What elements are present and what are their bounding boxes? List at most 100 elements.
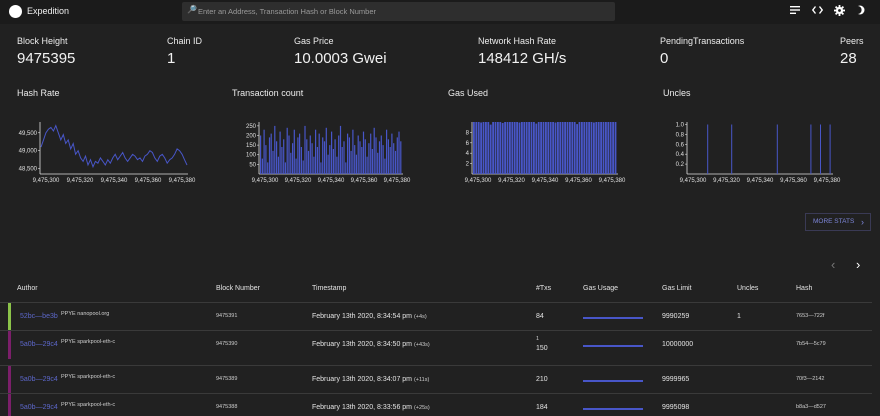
bar [329,145,331,174]
gas-usage-bar [583,408,643,410]
bar [306,139,308,174]
bar [297,137,299,174]
y-tick-label: 0.2 [676,162,685,168]
bar [566,122,569,174]
chevron-right-icon[interactable]: › [856,257,860,272]
bar [475,122,478,174]
block-number-link[interactable]: 9475388 [216,404,237,410]
top-app-bar: Expedition 🔎 [0,0,880,24]
miner-tag: PPYE sparkpool-eth-c [61,402,116,408]
bar [313,156,315,174]
gas-usage-bar [583,380,643,382]
bar [265,145,267,174]
bar [378,141,381,174]
app-title: Expedition [27,6,70,16]
bar [393,143,395,174]
hash-link[interactable]: 7b54—5c79 [796,341,826,347]
bar [327,154,329,174]
bar [820,124,821,174]
x-tick-label: 9,475,340 [318,178,345,184]
block-number-link[interactable]: 9475389 [216,376,237,382]
code-icon[interactable] [810,5,824,19]
y-tick-label: 49,000 [19,149,38,155]
chevron-left-icon[interactable]: ‹ [831,257,835,272]
y-tick-label: 50 [249,162,256,168]
author-link[interactable]: 5a0b—29c4 [20,341,58,348]
bar [357,135,359,174]
chart-title-hash-rate: Hash Rate [17,88,60,98]
bar [279,131,281,174]
x-tick-label: 9,475,380 [814,178,841,184]
bar [302,160,304,174]
bar [398,131,400,174]
tx-count-top: 1 [536,336,540,342]
gas-limit: 9995098 [662,404,690,411]
bar [292,143,294,174]
author-link[interactable]: 5a0b—29c4 [20,376,58,383]
bar [400,141,402,174]
more-stats-button[interactable]: MORE STATS › [805,213,871,231]
header-author: Author [17,285,38,292]
bar [315,129,317,174]
bar [354,145,356,174]
stat-label: Chain ID [167,36,203,46]
bar [573,122,576,174]
bar [535,123,538,174]
gear-icon[interactable] [832,5,846,19]
bar [561,122,564,174]
bar [487,122,490,174]
y-tick-label: 150 [246,143,257,149]
moon-icon[interactable] [853,5,867,19]
bar [261,158,263,174]
y-tick-label: 250 [246,124,257,130]
bar [332,149,334,174]
block-number-link[interactable]: 9475391 [216,313,237,319]
header-block-number: Block Number [216,285,260,292]
hash-link[interactable]: 7653—722f [796,313,824,319]
bar [386,129,388,174]
bar [355,154,357,174]
bar [338,135,340,174]
miner-color-bar [8,331,11,359]
search-box[interactable]: 🔎 [182,2,615,21]
stat-block-height: Block Height 9475395 [17,36,75,67]
timestamp-text: February 13th 2020, 8:34:07 pm [312,376,413,383]
bar [614,122,617,174]
author-link[interactable]: 52bc—be3b [20,313,58,320]
bar [295,158,297,174]
gas-usage-bar [583,345,643,347]
bar [707,124,709,174]
table-row: 5a0b—29c4 PPYE sparkpool-eth-c 9475389 F… [0,365,872,394]
bar [267,162,269,174]
bar [521,122,523,174]
bar [605,122,607,174]
stat-gas-price: Gas Price 10.0003 Gwei [294,36,387,67]
stat-label: Network Hash Rate [478,36,557,46]
y-tick-label: 2 [466,162,470,168]
bar [284,162,286,174]
bar [511,122,514,174]
miner-tag: PPYE nanopool.org [61,311,110,317]
author-link[interactable]: 5a0b—29c4 [20,404,58,411]
bar [339,125,342,174]
stat-value: 0 [660,50,669,67]
stat-label: PendingTransactions [660,36,745,46]
tx-count: 210 [536,376,548,383]
bar [316,147,318,174]
bar [588,122,590,174]
bar [375,137,377,174]
search-input[interactable] [198,5,598,18]
y-tick-label: 48,500 [19,167,38,173]
bar [345,162,347,174]
block-number-link[interactable]: 9475390 [216,341,237,347]
hash-link[interactable]: b8a3—d527 [796,404,826,410]
hash-link[interactable]: 70f3—2142 [796,376,824,382]
notes-icon[interactable] [788,5,802,19]
bar [501,123,504,174]
y-tick-label: 4 [466,151,470,157]
bar [391,133,393,174]
bar [593,122,595,174]
bar [569,122,571,174]
bar [477,122,480,174]
x-tick-label: 9,475,360 [351,178,378,184]
